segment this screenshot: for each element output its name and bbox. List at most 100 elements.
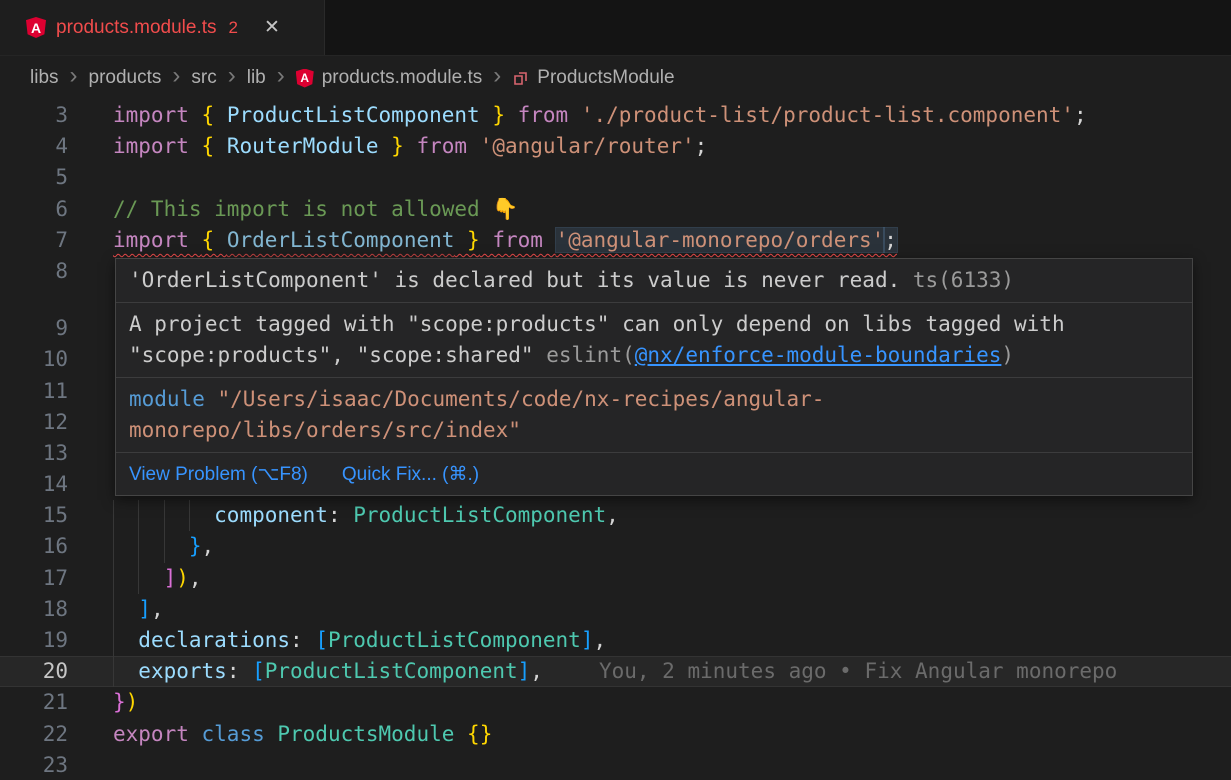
breadcrumb-separator: › <box>227 64 237 92</box>
code-token: } <box>113 690 126 714</box>
code-line-16[interactable]: 16 }, <box>0 531 1231 562</box>
line-number[interactable]: 5 <box>0 162 68 193</box>
line-number[interactable]: 15 <box>0 500 68 531</box>
indent-guide <box>113 625 114 656</box>
code-token: ProductsModule <box>277 722 454 746</box>
code-line-content: export class ProductsModule {} <box>113 719 492 750</box>
line-number[interactable]: 18 <box>0 594 68 625</box>
code-token <box>113 534 189 558</box>
code-line-content: declarations: [ProductListComponent], <box>113 625 606 656</box>
code-token: '@angular-monorepo/orders' <box>556 228 885 252</box>
line-number[interactable]: 3 <box>0 100 68 131</box>
indent-guide <box>164 531 165 562</box>
code-line-17[interactable]: 17 ]), <box>0 563 1231 594</box>
code-token: { <box>202 103 227 127</box>
hover-actions: View Problem (⌥F8) Quick Fix... (⌘.) <box>116 453 1192 495</box>
breadcrumb-label: products.module.ts <box>322 67 483 89</box>
line-number[interactable]: 8 <box>0 256 68 287</box>
line-number[interactable]: 4 <box>0 131 68 162</box>
line-number[interactable]: 22 <box>0 719 68 750</box>
hover-text-line: A project tagged with "scope:products" c… <box>129 309 1179 340</box>
line-number[interactable]: 14 <box>0 469 68 500</box>
hover-text-line: monorepo/libs/orders/src/index" <box>129 415 1179 446</box>
code-token: from <box>404 134 480 158</box>
line-number[interactable]: 20 <box>0 656 68 687</box>
line-number[interactable]: 13 <box>0 438 68 469</box>
line-number[interactable]: 11 <box>0 376 68 407</box>
code-token: [ <box>252 659 265 683</box>
line-number[interactable]: 16 <box>0 531 68 562</box>
code-line-4[interactable]: 4 import { RouterModule } from '@angular/… <box>0 131 1231 162</box>
view-problem-action[interactable]: View Problem (⌥F8) <box>129 463 308 486</box>
code-token: [ <box>315 628 328 652</box>
vscode-window: A products.module.ts 2 ✕ libs › products › s… <box>0 0 1231 780</box>
code-line-23[interactable]: 23 <box>0 750 1231 780</box>
code-line-6[interactable]: 6 // This import is not allowed 👇 <box>0 194 1231 225</box>
class-symbol-icon <box>512 70 529 87</box>
breadcrumb-label: products <box>89 67 162 89</box>
line-number[interactable]: 23 <box>0 750 68 780</box>
code-token: ) <box>126 690 139 714</box>
code-token: , <box>530 659 543 683</box>
line-number[interactable]: 12 <box>0 407 68 438</box>
code-line-20[interactable]: 20 exports: [ProductListComponent],You, … <box>0 656 1231 687</box>
code-token: export <box>113 722 202 746</box>
code-token: declarations <box>138 628 290 652</box>
code-line-content: exports: [ProductListComponent],You, 2 m… <box>113 656 1117 687</box>
line-number[interactable]: 6 <box>0 194 68 225</box>
code-line-content: import { RouterModule } from '@angular/r… <box>113 131 707 162</box>
line-number[interactable]: 7 <box>0 225 68 256</box>
line-number[interactable]: 10 <box>0 344 68 375</box>
code-token: } <box>454 228 479 252</box>
code-token: , <box>594 628 607 652</box>
breadcrumb-separator: › <box>276 64 286 92</box>
breadcrumb-label: ProductsModule <box>537 67 674 89</box>
code-line-15[interactable]: 15 component: ProductListComponent, <box>0 500 1231 531</box>
breadcrumb: libs›products›src›lib›Aproducts.module.t… <box>0 56 1231 100</box>
code-token: OrderListComponent <box>227 228 455 252</box>
line-number[interactable]: 21 <box>0 687 68 718</box>
code-line-7[interactable]: 7import { OrderListComponent } from '@an… <box>0 225 1231 256</box>
code-token: } <box>189 534 202 558</box>
code-token: ; <box>1074 103 1087 127</box>
tab-products-module[interactable]: A products.module.ts 2 ✕ <box>0 0 325 55</box>
editor: 3import { ProductListComponent } from '.… <box>0 100 1231 780</box>
code-token <box>113 659 138 683</box>
code-line-3[interactable]: 3import { ProductListComponent } from '.… <box>0 100 1231 131</box>
breadcrumb-item-src[interactable]: src <box>191 67 216 89</box>
line-number[interactable]: 9 <box>0 313 68 344</box>
breadcrumb-item-lib[interactable]: lib <box>247 67 266 89</box>
line-number[interactable]: 17 <box>0 563 68 594</box>
hover-text-segment: "/Users/isaac/Documents/code/nx-recipes/… <box>218 387 825 411</box>
code-line-21[interactable]: 21}) <box>0 687 1231 718</box>
indent-guide <box>113 531 114 562</box>
code-token: : <box>227 659 252 683</box>
code-token: { <box>202 134 227 158</box>
code-line-5[interactable]: 5 <box>0 162 1231 193</box>
code-line-content: ]), <box>113 563 202 594</box>
eslint-rule-link[interactable]: @nx/enforce-module-boundaries <box>635 343 1002 367</box>
line-number[interactable]: 19 <box>0 625 68 656</box>
close-tab-icon[interactable]: ✕ <box>264 16 280 39</box>
code-line-18[interactable]: 18 ], <box>0 594 1231 625</box>
code-line-19[interactable]: 19 declarations: [ProductListComponent], <box>0 625 1231 656</box>
code-token: , <box>202 534 215 558</box>
breadcrumb-item-products[interactable]: products <box>89 67 162 89</box>
code-token: ] <box>518 659 531 683</box>
code-token: { <box>202 228 227 252</box>
code-token: , <box>189 566 202 590</box>
code-line-22[interactable]: 22 export class ProductsModule {} <box>0 719 1231 750</box>
code-token: , <box>151 597 164 621</box>
breadcrumb-item-products-module-ts[interactable]: Aproducts.module.ts <box>296 67 483 89</box>
code-token: RouterModule <box>227 134 379 158</box>
quick-fix-action[interactable]: Quick Fix... (⌘.) <box>342 463 479 486</box>
breadcrumb-separator: › <box>492 64 502 92</box>
code-token: '@angular/router' <box>480 134 695 158</box>
breadcrumb-item-productsmodule[interactable]: ProductsModule <box>512 67 674 89</box>
code-line-content: // This import is not allowed 👇 <box>113 194 518 225</box>
breadcrumb-item-libs[interactable]: libs <box>30 67 59 89</box>
indent-guide <box>113 594 114 625</box>
hover-text-segment: A project tagged with "scope:products" c… <box>129 312 1065 336</box>
hover-tooltip: 'OrderListComponent' is declared but its… <box>115 258 1193 496</box>
hover-text-segment: 'OrderListComponent' is declared but its… <box>129 268 900 292</box>
